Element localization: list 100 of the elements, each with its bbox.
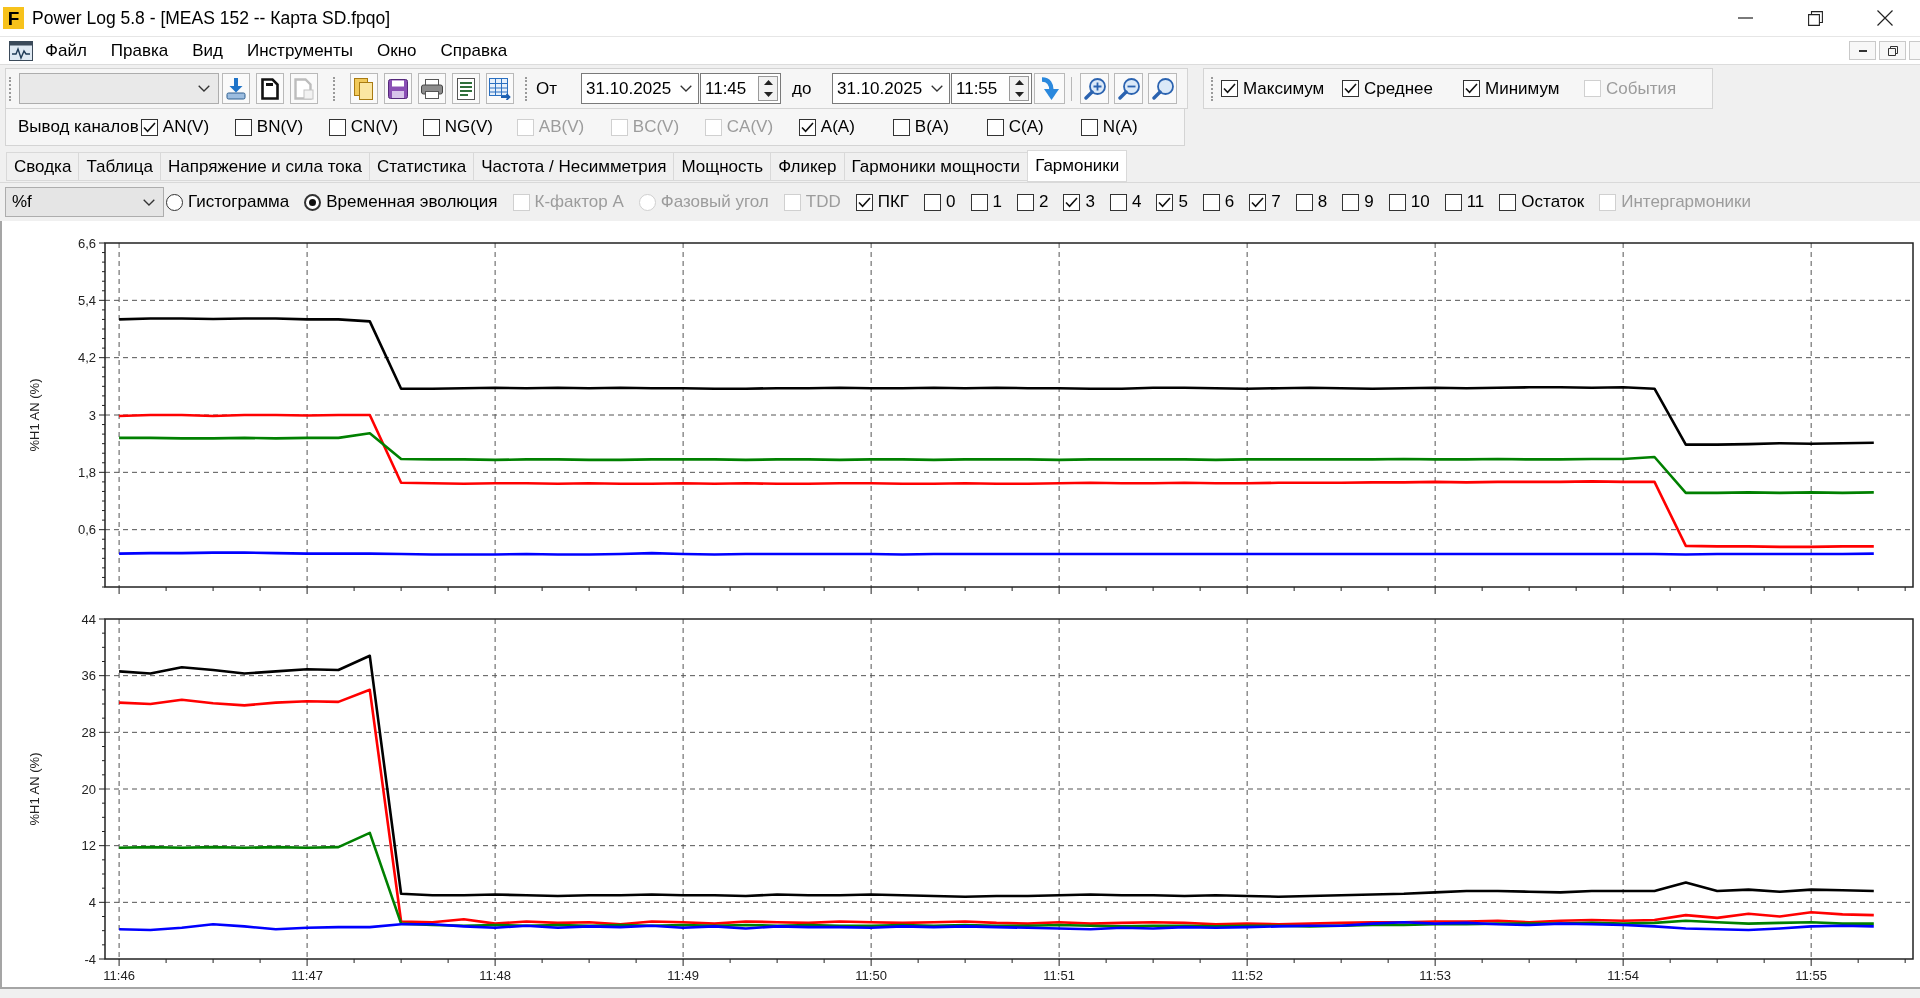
tab[interactable]: Гармоники мощности — [843, 152, 1028, 181]
chart-window-icon[interactable] — [9, 40, 33, 61]
checkbox[interactable]: 0 — [924, 192, 956, 212]
spin-buttons[interactable] — [1009, 76, 1029, 101]
radio-option[interactable]: Гистограмма — [166, 192, 290, 212]
menu-item[interactable]: Вид — [180, 40, 235, 61]
chevron-down-icon — [680, 85, 692, 92]
tab[interactable]: Частота / Несимметрия — [473, 152, 674, 181]
checkbox[interactable]: 3 — [1063, 192, 1095, 212]
open-button[interactable] — [350, 73, 378, 104]
zoom-in-button[interactable] — [1080, 73, 1109, 104]
checkbox-icon[interactable] — [1342, 80, 1359, 97]
checkbox[interactable]: 7 — [1249, 192, 1281, 212]
checkbox[interactable]: ПКГ — [855, 192, 910, 212]
checkbox[interactable]: NG(V) — [422, 117, 517, 137]
checkbox-icon[interactable] — [970, 193, 988, 211]
checkbox-icon[interactable] — [1342, 193, 1360, 211]
checkbox[interactable]: N(A) — [1080, 117, 1175, 137]
restore-icon — [1887, 45, 1898, 56]
y-tick-label: 6,6 — [77, 235, 96, 251]
download-button[interactable] — [222, 73, 250, 104]
radio-icon[interactable] — [304, 193, 322, 211]
checkbox-icon[interactable] — [855, 193, 873, 211]
checkbox-icon[interactable] — [1109, 193, 1127, 211]
checkbox[interactable]: BN(V) — [234, 117, 329, 137]
checkbox[interactable]: 2 — [1017, 192, 1049, 212]
checkbox-icon[interactable] — [1221, 80, 1238, 97]
checkbox[interactable]: 10 — [1388, 192, 1430, 212]
checkbox-icon[interactable] — [924, 193, 942, 211]
menu-item[interactable]: Файл — [33, 40, 99, 61]
checkbox-icon[interactable] — [1156, 193, 1174, 211]
spin-buttons[interactable] — [758, 76, 778, 101]
checkbox[interactable]: 9 — [1342, 192, 1374, 212]
tab[interactable]: Мощность — [673, 152, 771, 181]
checkbox-icon[interactable] — [1202, 193, 1220, 211]
checkbox[interactable]: Среднее — [1342, 78, 1463, 99]
checkbox-icon[interactable] — [234, 118, 252, 136]
checkbox-icon[interactable] — [892, 118, 910, 136]
checkbox[interactable]: 11 — [1444, 192, 1485, 212]
tab[interactable]: Фликер — [770, 152, 844, 181]
checkbox[interactable]: B(A) — [892, 117, 987, 137]
document-button[interactable] — [452, 73, 480, 104]
tab[interactable]: Гармоники — [1027, 150, 1128, 182]
child-minimize-button[interactable] — [1849, 41, 1876, 60]
y-tick-label: 20 — [81, 781, 96, 797]
save-button[interactable] — [384, 73, 412, 104]
y-tick-label: 3 — [88, 407, 96, 423]
checkbox-icon[interactable] — [1080, 118, 1098, 136]
radio-option[interactable]: Временная эволюция — [304, 192, 498, 212]
card-button[interactable] — [256, 73, 284, 104]
menu-item[interactable]: Окно — [365, 40, 429, 61]
x-tick-label: 11:49 — [667, 968, 699, 983]
menu-item[interactable]: Правка — [98, 40, 181, 61]
checkbox-icon[interactable] — [1295, 193, 1313, 211]
date-field[interactable]: 31.10.2025 — [581, 73, 699, 104]
checkbox[interactable]: AN(V) — [140, 117, 235, 137]
down-triangle-icon — [763, 91, 773, 97]
date-field[interactable]: 31.10.2025 — [832, 73, 950, 104]
close-icon — [1877, 10, 1893, 26]
time-field[interactable]: 11:45 — [700, 73, 781, 104]
checkbox-icon[interactable] — [1463, 80, 1480, 97]
checkbox-icon[interactable] — [798, 118, 816, 136]
checkbox[interactable]: 8 — [1295, 192, 1328, 212]
checkbox[interactable]: 1 — [970, 192, 1002, 212]
checkbox-icon[interactable] — [140, 118, 158, 136]
checkbox-icon[interactable] — [1249, 193, 1267, 211]
zoom-button[interactable] — [1148, 73, 1177, 104]
tab[interactable]: Напряжение и сила тока — [160, 152, 369, 181]
checkbox-icon[interactable] — [422, 118, 440, 136]
tab[interactable]: Таблица — [78, 152, 161, 181]
export-button[interactable] — [486, 73, 514, 104]
checkbox[interactable]: A(A) — [798, 117, 893, 137]
checkbox-icon[interactable] — [1444, 193, 1462, 211]
checkbox[interactable]: 4 — [1109, 192, 1142, 212]
checkbox-icon[interactable] — [328, 118, 346, 136]
print-button[interactable] — [418, 73, 446, 104]
radio-icon[interactable] — [166, 193, 183, 211]
menu-item[interactable]: Справка — [428, 40, 520, 61]
tab[interactable]: Статистика — [369, 152, 474, 181]
down-triangle-icon — [1014, 91, 1024, 97]
app-logo: F — [3, 7, 24, 29]
checkbox[interactable]: Минимум — [1463, 78, 1584, 99]
checkbox-icon[interactable] — [986, 118, 1004, 136]
checkbox[interactable]: CN(V) — [328, 117, 423, 137]
checkbox-icon[interactable] — [1388, 193, 1406, 211]
menu-item[interactable]: Инструменты — [235, 40, 365, 61]
time-field[interactable]: 11:55 — [951, 73, 1032, 104]
checkbox-icon[interactable] — [1017, 193, 1034, 211]
checkbox-icon[interactable] — [1499, 193, 1517, 211]
checkbox-icon[interactable] — [1063, 193, 1081, 211]
checkbox[interactable]: C(A) — [986, 117, 1081, 137]
checkbox[interactable]: Максимум — [1221, 78, 1342, 99]
measure-dropdown[interactable]: %f — [5, 187, 164, 217]
apply-button[interactable] — [1034, 73, 1065, 104]
checkbox[interactable]: 5 — [1156, 192, 1188, 212]
checkbox[interactable]: Остаток — [1499, 192, 1585, 212]
tab[interactable]: Сводка — [6, 152, 79, 181]
child-restore-button[interactable] — [1879, 41, 1906, 60]
checkbox[interactable]: 6 — [1202, 192, 1235, 212]
zoom-out-button[interactable] — [1114, 73, 1143, 104]
